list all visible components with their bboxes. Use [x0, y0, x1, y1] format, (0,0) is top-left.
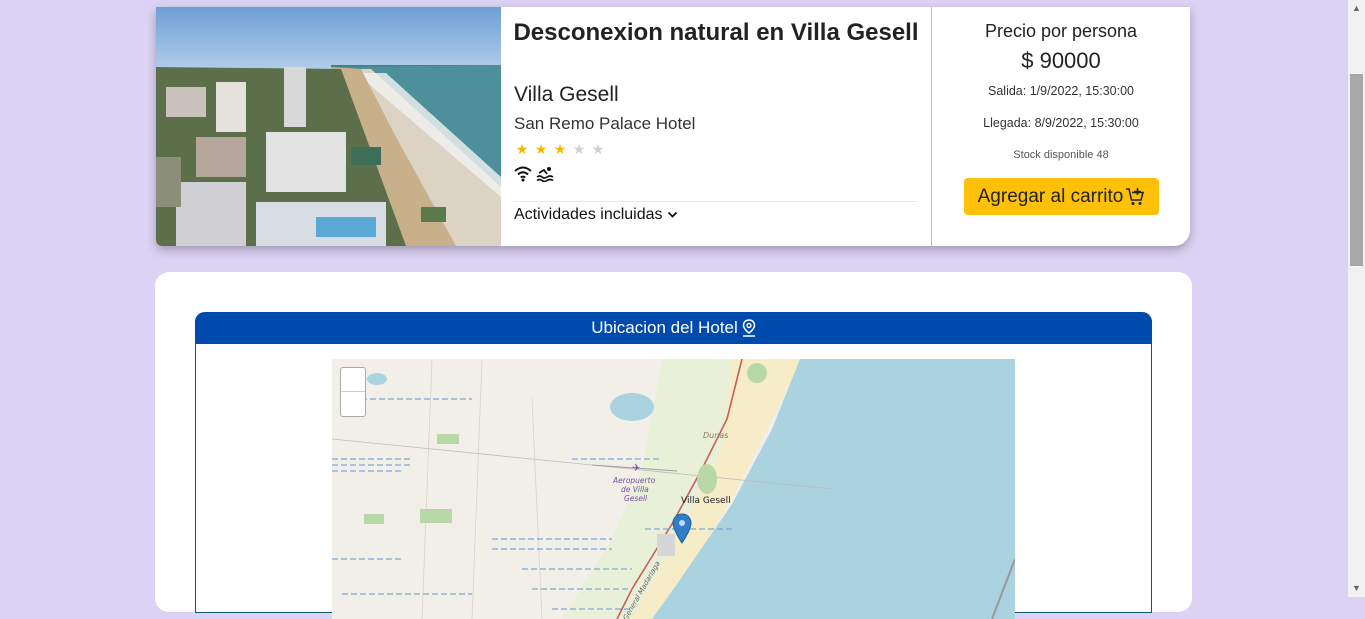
- star-icon: ★: [572, 141, 586, 157]
- wifi-icon: [514, 166, 532, 182]
- map-label-airport-3: Gesell: [624, 494, 648, 503]
- scrollbar-thumb[interactable]: [1350, 74, 1363, 266]
- map-pin-icon: [742, 319, 755, 337]
- star-rating: ★ ★ ★ ★ ★: [514, 141, 606, 158]
- pool-icon: [536, 167, 554, 182]
- departure-date: Salida: 1/9/2022, 15:30:00: [988, 84, 1134, 98]
- chevron-down-icon: [667, 211, 677, 218]
- package-info: Desconexion natural en Villa Gesell Vill…: [501, 7, 931, 246]
- divider: [514, 201, 917, 202]
- hotel-map[interactable]: ✈ Aeropuerto de Villa Gesell Dunas Villa…: [332, 359, 1015, 619]
- price-value: $ 90000: [1021, 48, 1101, 73]
- location-box: Ubicacion del Hotel ✈ Aeropuerto de Vill…: [195, 312, 1152, 619]
- package-title: Desconexion natural en Villa Gesell: [513, 19, 919, 46]
- scroll-up-arrow-icon[interactable]: ▲: [1348, 0, 1365, 17]
- map-label-airport-1: Aeropuerto: [612, 476, 656, 485]
- zoom-in-button[interactable]: [341, 368, 365, 392]
- package-city: Villa Gesell: [514, 83, 619, 106]
- scroll-down-arrow-icon[interactable]: ▼: [1348, 580, 1365, 597]
- map-label-airport-2: de Villa: [621, 485, 649, 494]
- location-panel: Ubicacion del Hotel ✈ Aeropuerto de Vill…: [155, 272, 1192, 619]
- star-icon: ★: [591, 141, 605, 157]
- add-to-cart-label: Agregar al carrito: [977, 185, 1124, 207]
- map-label-town: Villa Gesell: [681, 496, 731, 506]
- cart-plus-icon: [1126, 187, 1145, 205]
- activities-toggle[interactable]: Actividades incluidas: [514, 206, 678, 224]
- star-icon: ★: [553, 141, 567, 157]
- zoom-out-button[interactable]: [341, 392, 365, 416]
- page-scrollbar[interactable]: ▲ ▼: [1348, 0, 1365, 597]
- hotel-photo: [156, 7, 501, 246]
- map-label-dunes: Dunas: [703, 431, 728, 440]
- map-tiles: ✈ Aeropuerto de Villa Gesell Dunas Villa…: [332, 359, 1015, 619]
- location-header: Ubicacion del Hotel: [195, 312, 1152, 344]
- package-card: Desconexion natural en Villa Gesell Vill…: [156, 7, 1190, 246]
- price-section: Precio por persona $ 90000 Salida: 1/9/2…: [932, 7, 1190, 246]
- star-icon: ★: [534, 141, 548, 157]
- price-label: Precio por persona: [984, 21, 1138, 41]
- amenities: [514, 166, 554, 182]
- stock-available: Stock disponible 48: [1013, 149, 1109, 161]
- location-title: Ubicacion del Hotel: [591, 318, 738, 337]
- star-icon: ★: [515, 141, 529, 157]
- svg-text:✈: ✈: [632, 463, 640, 474]
- activities-label: Actividades incluidas: [514, 206, 663, 223]
- hotel-name: San Remo Palace Hotel: [514, 114, 696, 133]
- add-to-cart-button[interactable]: Agregar al carrito: [964, 178, 1159, 215]
- arrival-date: Llegada: 8/9/2022, 15:30:00: [983, 116, 1139, 130]
- map-zoom-controls: [340, 367, 366, 417]
